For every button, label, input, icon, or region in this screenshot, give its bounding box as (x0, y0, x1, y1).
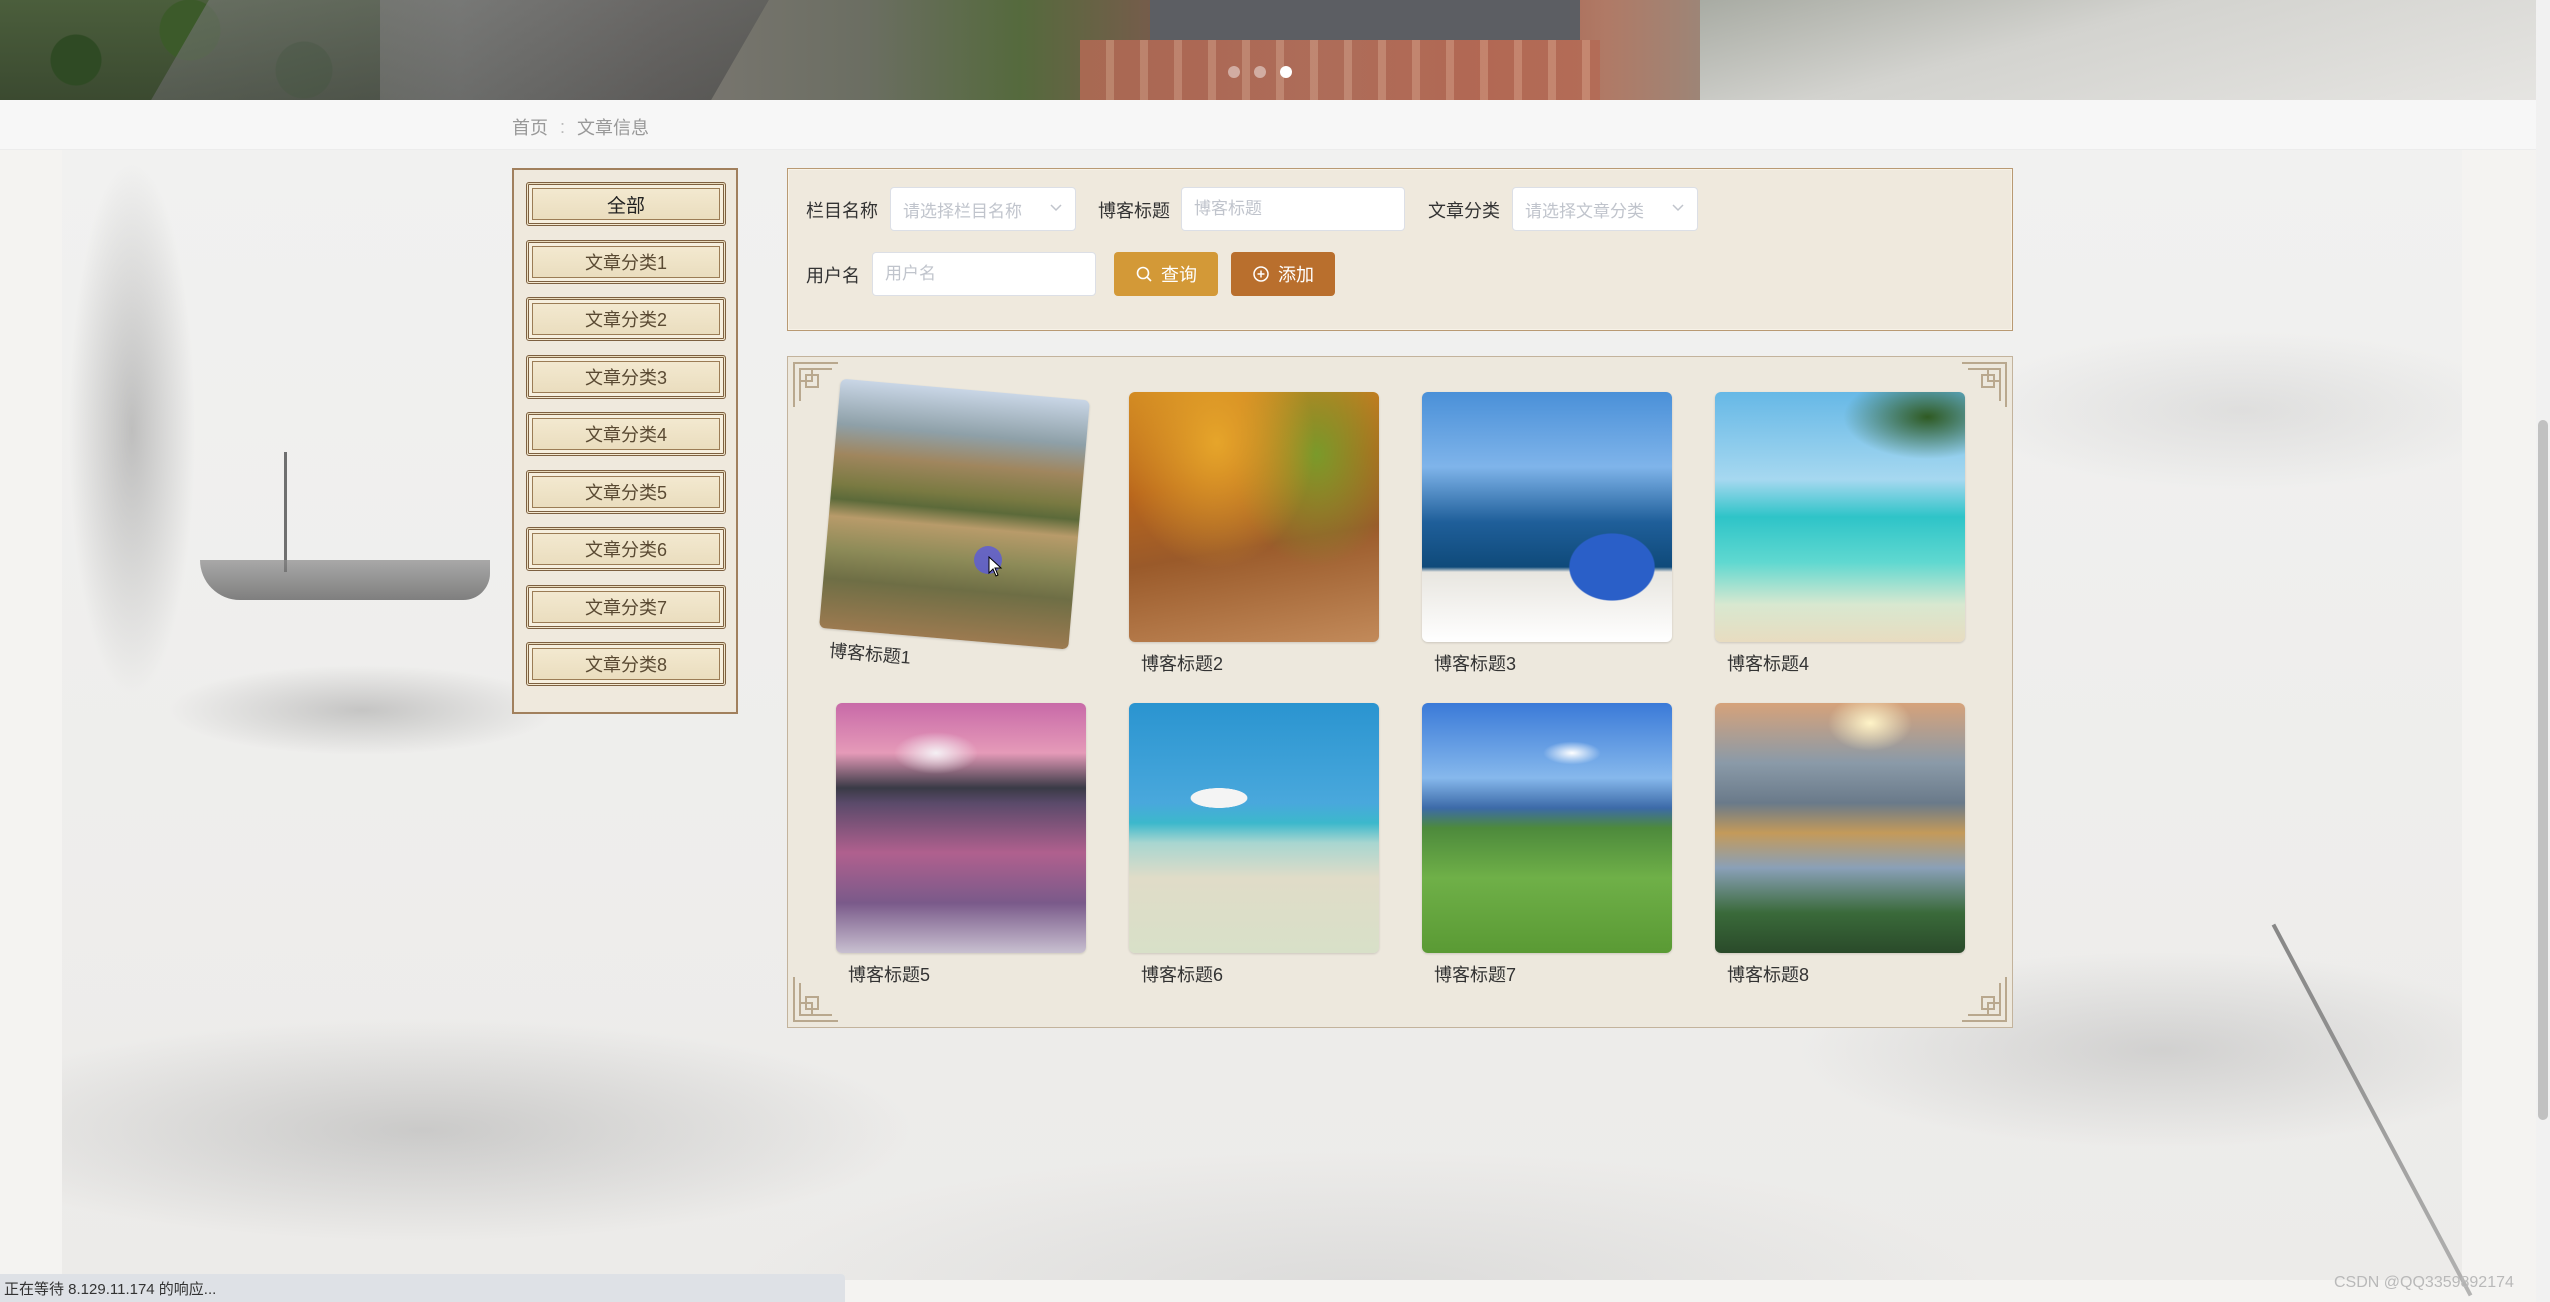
boat-decoration (200, 560, 490, 600)
corner-ornament-icon (1962, 362, 2007, 407)
banner-road (151, 0, 769, 100)
article-thumbnail[interactable] (819, 378, 1090, 650)
breadcrumb: 首页 : 文章信息 (512, 114, 649, 140)
article-thumbnail[interactable] (1715, 392, 1965, 642)
query-button[interactable]: 查询 (1114, 252, 1218, 296)
watermark: CSDN @QQ3359892174 (2334, 1274, 2514, 1291)
browser-status-bar: 正在等待 8.129.11.174 的响应... (0, 1274, 845, 1302)
query-button-label: 查询 (1161, 265, 1197, 285)
mouse-cursor-icon (988, 556, 1003, 577)
article-type-label: 文章分类 (1428, 201, 1500, 221)
article-card-2[interactable]: 博客标题2 (1129, 392, 1379, 676)
search-panel: 栏目名称 请选择栏目名称 博客标题 文章分类 请选择文章分类 用户名 查询 添加 (787, 168, 2013, 331)
boat-mast-decoration (284, 452, 287, 572)
breadcrumb-bar: 首页 : 文章信息 (0, 100, 2536, 150)
article-card-7[interactable]: 博客标题7 (1422, 703, 1672, 987)
username-label: 用户名 (806, 266, 860, 286)
top-banner-carousel[interactable] (0, 0, 2550, 100)
article-title[interactable]: 博客标题6 (1129, 961, 1379, 987)
article-thumbnail[interactable] (836, 703, 1086, 953)
article-type-select[interactable]: 请选择文章分类 (1512, 187, 1698, 231)
article-card-1[interactable]: 博客标题1 (816, 378, 1090, 684)
category-button-5[interactable]: 文章分类5 (526, 470, 726, 514)
column-name-label: 栏目名称 (806, 201, 878, 221)
article-thumbnail[interactable] (1422, 703, 1672, 953)
article-title[interactable]: 博客标题3 (1422, 650, 1672, 676)
article-thumbnail[interactable] (1715, 703, 1965, 953)
column-name-select[interactable]: 请选择栏目名称 (890, 187, 1076, 231)
article-card-5[interactable]: 博客标题5 (836, 703, 1086, 987)
add-button-label: 添加 (1278, 265, 1314, 285)
corner-ornament-icon (793, 977, 838, 1022)
plus-circle-icon (1253, 266, 1269, 282)
blog-title-input[interactable] (1181, 187, 1405, 231)
article-thumbnail[interactable] (1422, 392, 1672, 642)
column-name-select-placeholder: 请选择栏目名称 (903, 201, 1022, 221)
article-card-4[interactable]: 博客标题4 (1715, 392, 1965, 676)
carousel-dot-1[interactable] (1228, 66, 1240, 78)
banner-building (1080, 40, 1600, 100)
category-button-6[interactable]: 文章分类6 (526, 527, 726, 571)
article-card-3[interactable]: 博客标题3 (1422, 392, 1672, 676)
breadcrumb-home-link[interactable]: 首页 (512, 114, 548, 140)
carousel-dot-3[interactable] (1280, 66, 1292, 78)
category-button-3[interactable]: 文章分类3 (526, 355, 726, 399)
article-title[interactable]: 博客标题2 (1129, 650, 1379, 676)
category-button-1[interactable]: 文章分类1 (526, 240, 726, 284)
add-button[interactable]: 添加 (1231, 252, 1335, 296)
blog-title-label: 博客标题 (1098, 201, 1170, 221)
carousel-indicators (1228, 66, 1292, 78)
breadcrumb-current: 文章信息 (577, 118, 650, 138)
article-gallery: 博客标题1 博客标题2 博客标题3 博客标题4 博客标题5 博客标题6 博客标题… (787, 356, 2013, 1028)
search-icon (1136, 266, 1152, 282)
article-thumbnail[interactable] (1129, 392, 1379, 642)
article-card-6[interactable]: 博客标题6 (1129, 703, 1379, 987)
category-all-button[interactable]: 全部 (526, 182, 726, 226)
article-thumbnail[interactable] (1129, 703, 1379, 953)
article-type-select-placeholder: 请选择文章分类 (1525, 201, 1644, 221)
article-card-8[interactable]: 博客标题8 (1715, 703, 1965, 987)
username-input[interactable] (872, 252, 1096, 296)
category-button-2[interactable]: 文章分类2 (526, 297, 726, 341)
article-title[interactable]: 博客标题8 (1715, 961, 1965, 987)
category-button-8[interactable]: 文章分类8 (526, 642, 726, 686)
article-title[interactable]: 博客标题5 (836, 961, 1086, 987)
category-button-7[interactable]: 文章分类7 (526, 585, 726, 629)
chevron-down-icon (1672, 204, 1684, 212)
page-scrollbar-thumb[interactable] (2538, 420, 2548, 1120)
category-button-4[interactable]: 文章分类4 (526, 412, 726, 456)
article-title[interactable]: 博客标题4 (1715, 650, 1965, 676)
corner-ornament-icon (1962, 977, 2007, 1022)
banner-roof (1150, 0, 1580, 40)
breadcrumb-separator: : (560, 116, 566, 137)
category-sidebar: 全部 文章分类1 文章分类2 文章分类3 文章分类4 文章分类5 文章分类6 文… (512, 168, 738, 714)
banner-field (1700, 0, 2550, 100)
corner-ornament-icon (793, 362, 838, 407)
article-title[interactable]: 博客标题7 (1422, 961, 1672, 987)
chevron-down-icon (1050, 204, 1062, 212)
carousel-dot-2[interactable] (1254, 66, 1266, 78)
